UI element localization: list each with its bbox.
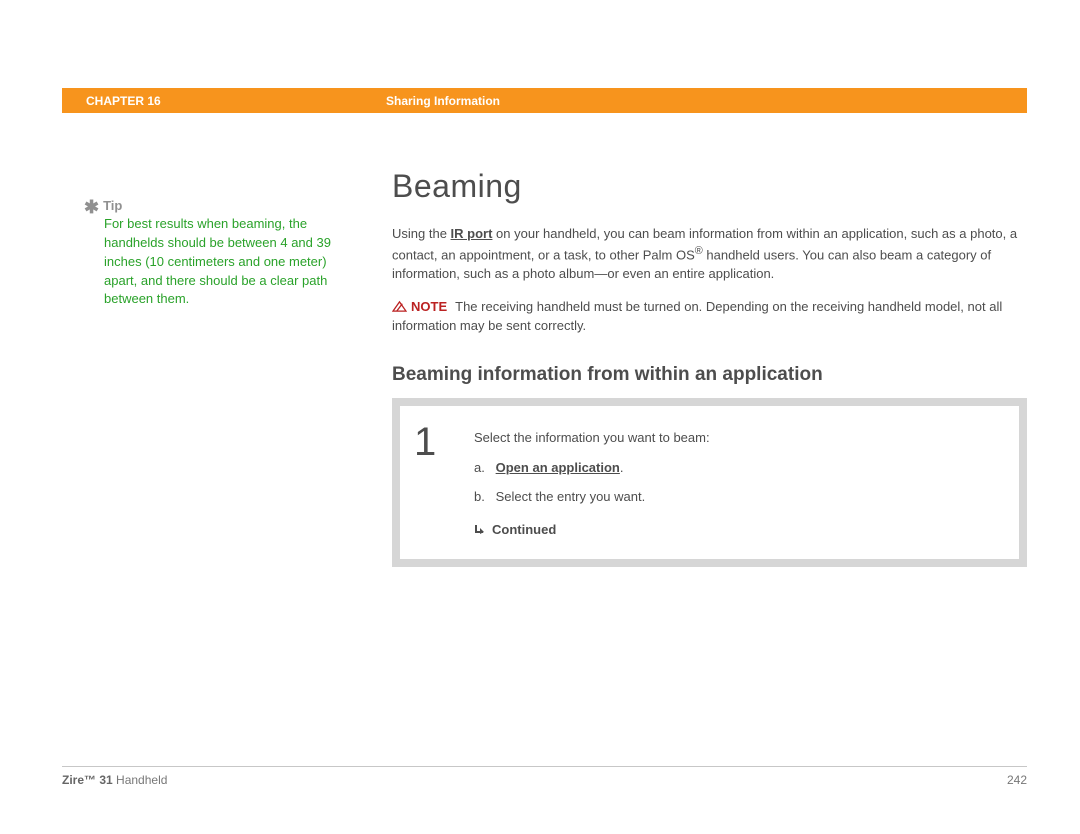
tip-heading: ✱Tip xyxy=(84,198,372,213)
intro-pre: Using the xyxy=(392,226,451,241)
tip-block: ✱Tip For best results when beaming, the … xyxy=(84,198,372,309)
step-content: Select the information you want to beam:… xyxy=(470,406,1019,559)
continued-indicator: Continued xyxy=(474,520,1001,541)
footer-rule: Zire™ 31 Handheld 242 xyxy=(62,766,1027,787)
page-title: Beaming xyxy=(392,168,1027,205)
chapter-header-bar: CHAPTER 16 Sharing Information xyxy=(62,88,1027,113)
page-footer: Zire™ 31 Handheld 242 xyxy=(62,766,1027,787)
step-number: 1 xyxy=(414,420,470,465)
step-box: 1 Select the information you want to bea… xyxy=(400,406,1019,559)
step-a-suffix: . xyxy=(620,460,624,475)
step-item-a: a. Open an application. xyxy=(474,458,1001,479)
main-column: Beaming Using the IR port on your handhe… xyxy=(392,168,1027,567)
continued-arrow-icon xyxy=(474,521,488,533)
chapter-label: CHAPTER 16 xyxy=(62,94,386,108)
product-rest: Handheld xyxy=(113,773,168,787)
step-a-label: a. xyxy=(474,458,492,479)
page-content: CHAPTER 16 Sharing Information ✱Tip For … xyxy=(62,88,1027,567)
section-heading: Beaming information from within an appli… xyxy=(392,364,1027,386)
breadcrumb: Sharing Information xyxy=(386,94,1027,108)
step-lead: Select the information you want to beam: xyxy=(474,428,1001,449)
product-bold: Zire™ 31 xyxy=(62,773,113,787)
tip-body: For best results when beaming, the handh… xyxy=(104,215,334,309)
ir-port-link[interactable]: IR port xyxy=(451,226,493,241)
tip-label: Tip xyxy=(103,198,122,213)
note-text: The receiving handheld must be turned on… xyxy=(392,299,1002,333)
product-name: Zire™ 31 Handheld xyxy=(62,773,167,787)
body-row: ✱Tip For best results when beaming, the … xyxy=(62,168,1027,567)
note-icon xyxy=(392,300,407,313)
sidebar: ✱Tip For best results when beaming, the … xyxy=(62,168,392,567)
note-label: NOTE xyxy=(411,299,447,314)
note-paragraph: NOTEThe receiving handheld must be turne… xyxy=(392,298,1027,336)
open-application-link[interactable]: Open an application xyxy=(496,460,620,475)
step-item-b: b. Select the entry you want. xyxy=(474,487,1001,508)
step-frame: 1 Select the information you want to bea… xyxy=(392,398,1027,567)
step-number-cell: 1 xyxy=(400,406,470,559)
step-b-label: b. xyxy=(474,487,492,508)
continued-label: Continued xyxy=(492,522,556,537)
page-number: 242 xyxy=(1007,773,1027,787)
step-b-text: Select the entry you want. xyxy=(496,489,646,504)
registered-mark: ® xyxy=(695,245,703,257)
intro-paragraph: Using the IR port on your handheld, you … xyxy=(392,225,1027,284)
asterisk-icon: ✱ xyxy=(84,197,99,217)
